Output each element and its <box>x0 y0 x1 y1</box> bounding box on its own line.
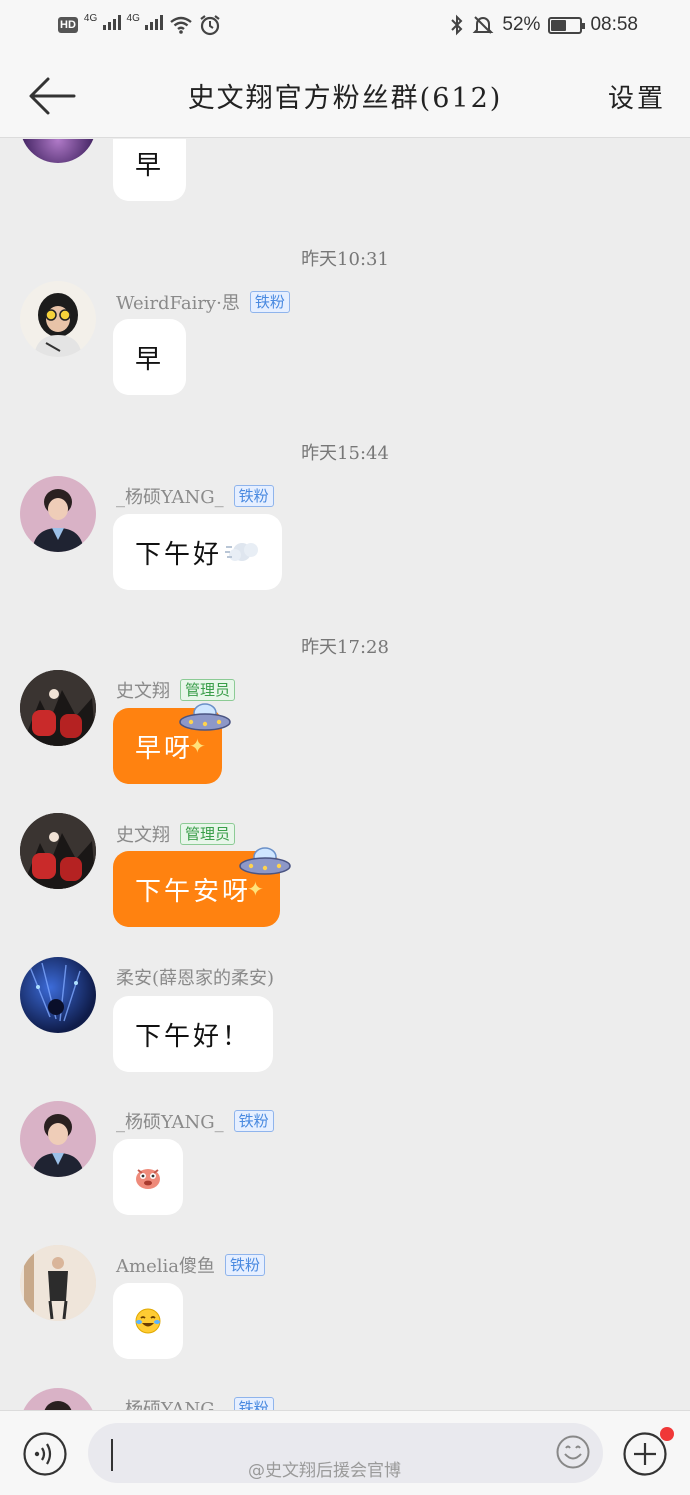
avatar[interactable] <box>20 1245 96 1321</box>
signal-4g-2: 4G <box>127 14 164 36</box>
message-timestamp: 昨天17:28 <box>301 637 389 658</box>
message-bubble[interactable]: 下午好！ <box>113 996 274 1072</box>
message-bubble[interactable]: 早 <box>113 319 187 395</box>
message-bubble[interactable] <box>113 1283 183 1359</box>
fan-badge: 铁粉 <box>249 291 290 313</box>
sender-name[interactable]: 史文翔 <box>116 821 170 847</box>
wifi-icon <box>170 16 192 34</box>
avatar[interactable] <box>20 281 96 357</box>
avatar[interactable] <box>20 1388 96 1410</box>
sender-row: Amelia傻鱼 铁粉 <box>116 1252 265 1278</box>
emoji-button[interactable] <box>555 1434 591 1470</box>
admin-badge: 管理员 <box>180 823 236 845</box>
sender-name[interactable]: 史文翔 <box>116 677 170 703</box>
message-timestamp: 昨天10:31 <box>301 249 389 270</box>
avatar[interactable] <box>20 670 96 746</box>
avatar[interactable] <box>20 139 96 163</box>
ufo-icon <box>239 847 291 875</box>
smiley-icon <box>556 1435 590 1469</box>
chat-header: 史文翔官方粉丝群(612) 设置 <box>0 56 690 138</box>
voice-button[interactable] <box>22 1431 68 1477</box>
avatar[interactable] <box>20 813 96 889</box>
avatar[interactable] <box>20 957 96 1033</box>
sender-row: 柔安(薛恩家的柔安) <box>116 964 274 990</box>
sticker-emoji-icon <box>136 1169 160 1189</box>
group-title: 史文翔官方粉丝群(612) <box>187 83 503 114</box>
sender-row: 史文翔 管理员 <box>116 677 236 703</box>
battery-icon <box>548 16 586 34</box>
message-text: 下午好 <box>135 539 223 570</box>
bluetooth-icon <box>451 14 463 36</box>
signal-icon <box>102 14 121 30</box>
fan-badge: 铁粉 <box>233 1110 274 1132</box>
signal-4g-1: 4G <box>84 14 121 36</box>
message-text: 下午安呀 <box>135 876 252 907</box>
message-bubble[interactable] <box>113 1139 183 1215</box>
admin-badge: 管理员 <box>180 679 236 701</box>
message-list[interactable]: 早 昨天10:31 WeirdFairy·思 铁粉 早 昨天15:44 _杨硕Y… <box>0 139 690 1410</box>
message-bubble[interactable]: 早 <box>113 139 187 201</box>
notification-dot <box>660 1427 674 1441</box>
sender-name[interactable]: WeirdFairy·思 <box>116 289 240 315</box>
fan-badge: 铁粉 <box>233 1397 274 1410</box>
sender-name[interactable]: _杨硕YANG_ <box>116 1395 224 1410</box>
watermark: @史文翔后援会官博 <box>248 1461 401 1481</box>
status-time: 08:58 <box>590 14 638 35</box>
sender-row: _杨硕YANG_ 铁粉 <box>116 1395 274 1410</box>
sender-row: _杨硕YANG_ 铁粉 <box>116 1108 274 1134</box>
alarm-clock-icon <box>200 15 220 36</box>
message-timestamp: 昨天15:44 <box>301 443 389 464</box>
sender-name[interactable]: Amelia傻鱼 <box>116 1252 215 1278</box>
ufo-icon <box>179 703 231 731</box>
fan-badge: 铁粉 <box>224 1254 265 1276</box>
puff-emoji-icon <box>225 543 259 561</box>
voice-icon <box>23 1432 67 1476</box>
sparkle-icon: ✦ <box>247 877 264 901</box>
sender-row: WeirdFairy·思 铁粉 <box>116 289 290 315</box>
sender-row: _杨硕YANG_ 铁粉 <box>116 483 274 509</box>
message-bubble[interactable]: 下午好 <box>113 514 283 590</box>
laughing-crying-emoji-icon <box>135 1308 161 1334</box>
sender-name[interactable]: _杨硕YANG_ <box>116 483 224 509</box>
sender-name[interactable]: 柔安(薛恩家的柔安) <box>116 964 274 990</box>
hd-icon: HD <box>58 17 78 33</box>
fan-badge: 铁粉 <box>233 485 274 507</box>
settings-button[interactable]: 设置 <box>608 78 666 115</box>
status-bar: HD 4G 4G 52% 08:58 <box>0 0 690 56</box>
avatar[interactable] <box>20 1101 96 1177</box>
signal-icon <box>145 14 164 30</box>
sparkle-icon: ✦ <box>189 734 206 758</box>
sender-row: 史文翔 管理员 <box>116 821 236 847</box>
mute-bell-icon <box>473 16 494 34</box>
text-caret <box>111 1439 113 1471</box>
sender-name[interactable]: _杨硕YANG_ <box>116 1108 224 1134</box>
input-bar <box>0 1410 690 1495</box>
battery-percent: 52% <box>502 14 541 35</box>
avatar[interactable] <box>20 476 96 552</box>
